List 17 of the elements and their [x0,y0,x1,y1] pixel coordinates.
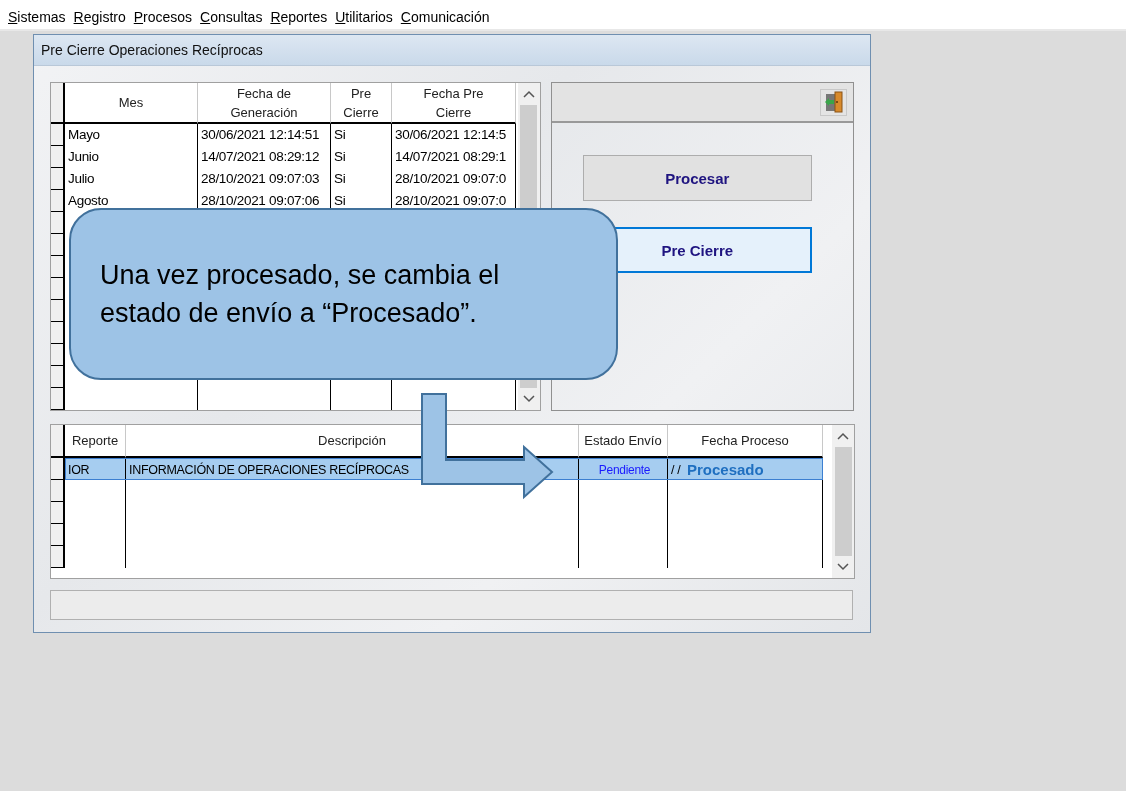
table-cell: Si [331,124,392,146]
table-cell: 14/07/2021 08:29:12 [198,146,331,168]
table-cell: IOR [65,458,126,480]
table-cell: Junio [65,146,198,168]
annotation-label: Procesado [687,461,764,478]
table-cell: 28/10/2021 09:07:0 [392,168,516,190]
table-cell: Pendiente [579,458,668,480]
table-cell: 28/10/2021 09:07:03 [198,168,331,190]
table-cell: 14/07/2021 08:29:1 [392,146,516,168]
callout-tooltip: Una vez procesado, se cambia el estado de envío a “Procesado”. [69,208,618,380]
table-cell: Mayo [65,124,198,146]
window-title: Pre Cierre Operaciones Recíprocas [41,42,263,58]
table-cell: 30/06/2021 12:14:51 [198,124,331,146]
table-cell: Si [331,168,392,190]
table-cell: Julio [65,168,198,190]
table-cell: 30/06/2021 12:14:5 [392,124,516,146]
table-cell: Si [331,146,392,168]
